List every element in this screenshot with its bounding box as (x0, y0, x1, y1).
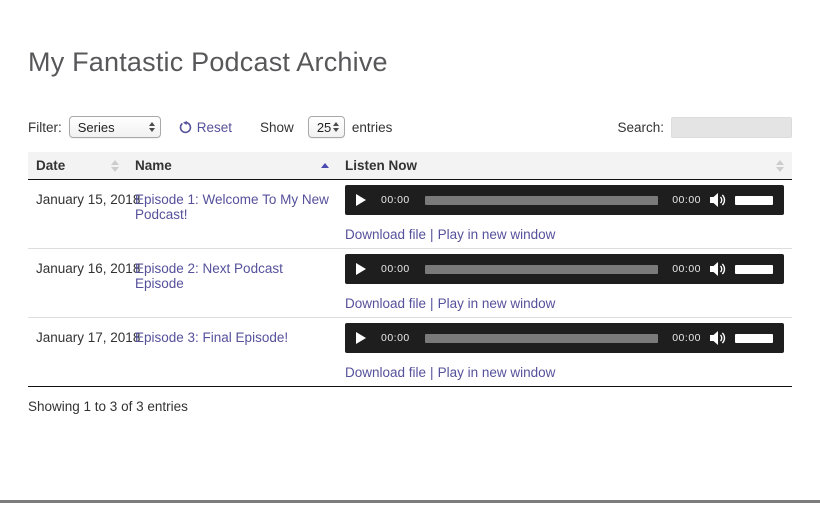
page-length-select[interactable]: 25 (307, 116, 345, 139)
episode-date: January 16, 2018 (36, 261, 141, 277)
table-header-row: Date Name Listen Now (28, 152, 792, 181)
link-divider: | (430, 296, 434, 312)
audio-player: 00:00 00:00 (345, 185, 784, 216)
progress-bar[interactable] (425, 195, 658, 205)
filter-select-value: Series (77, 119, 115, 135)
current-time: 00:00 (381, 194, 410, 207)
duration-time: 00:00 (672, 263, 701, 276)
sort-both-icon (776, 159, 784, 172)
episode-name-cell: Episode 2: Next Podcast Episode (127, 249, 337, 317)
file-links: Download file | Play in new window (345, 365, 784, 380)
column-header-name[interactable]: Name (127, 152, 337, 179)
file-links: Download file | Play in new window (345, 296, 784, 311)
reset-icon (179, 120, 192, 134)
current-time: 00:00 (381, 332, 410, 345)
sort-ascending-icon (321, 163, 329, 169)
duration-time: 00:00 (672, 332, 701, 345)
filter-select[interactable]: Series (68, 116, 161, 139)
episode-name-cell: Episode 3: Final Episode! (127, 318, 337, 386)
play-in-new-window-link[interactable]: Play in new window (438, 227, 556, 242)
show-label: Show (260, 119, 294, 135)
reset-label: Reset (196, 119, 233, 135)
episode-name-cell: Episode 1: Welcome To My New Podcast! (127, 180, 337, 248)
play-icon[interactable] (356, 332, 366, 345)
select-spinner-icon (148, 122, 155, 133)
listen-now-cell: 00:00 00:00 Download file | Play in new wi… (337, 180, 792, 248)
episode-title-link[interactable]: Episode 3: Final Episode! (135, 330, 288, 345)
download-file-link[interactable]: Download file (345, 227, 426, 242)
episode-title-link[interactable]: Episode 1: Welcome To My New Podcast! (135, 192, 329, 222)
column-header-date[interactable]: Date (28, 152, 127, 179)
filter-label: Filter: (28, 119, 62, 135)
progress-bar[interactable] (425, 333, 658, 343)
episode-date: January 17, 2018 (36, 330, 141, 346)
footer-divider-bar (0, 500, 820, 503)
table-row: January 17, 2018 Episode 3: Final Episod… (28, 318, 792, 388)
play-icon[interactable] (356, 194, 366, 207)
progress-bar[interactable] (425, 264, 658, 274)
audio-player: 00:00 00:00 (345, 323, 784, 354)
file-links: Download file | Play in new window (345, 227, 784, 242)
speaker-icon[interactable] (710, 192, 727, 208)
speaker-icon[interactable] (710, 330, 727, 346)
page-length-value: 25 (316, 119, 332, 135)
reset-button[interactable]: Reset (179, 120, 232, 135)
link-divider: | (430, 227, 434, 243)
column-header-label: Name (135, 158, 172, 174)
table-controls: Filter: Series Reset Show 25 entries Sea… (28, 115, 792, 139)
listen-now-cell: 00:00 00:00 Download file | Play in new wi… (337, 318, 792, 386)
play-in-new-window-link[interactable]: Play in new window (438, 296, 556, 311)
download-file-link[interactable]: Download file (345, 296, 426, 311)
column-header-label: Listen Now (345, 158, 418, 174)
select-spinner-icon (332, 122, 339, 133)
page-title: My Fantastic Podcast Archive (28, 47, 388, 77)
entries-summary: Showing 1 to 3 of 3 entries (28, 399, 188, 415)
table-row: January 16, 2018 Episode 2: Next Podcast… (28, 249, 792, 319)
search-input[interactable] (671, 116, 792, 138)
search-label: Search: (617, 119, 664, 135)
audio-player: 00:00 00:00 (345, 254, 784, 285)
column-header-label: Date (36, 158, 66, 174)
play-in-new-window-link[interactable]: Play in new window (438, 365, 556, 380)
duration-time: 00:00 (672, 194, 701, 207)
page-container: My Fantastic Podcast Archive Filter: Ser… (28, 46, 792, 414)
volume-slider[interactable] (735, 333, 773, 343)
episode-title-link[interactable]: Episode 2: Next Podcast Episode (135, 261, 283, 291)
download-file-link[interactable]: Download file (345, 365, 426, 380)
table-row: January 15, 2018 Episode 1: Welcome To M… (28, 180, 792, 250)
entries-label: entries (351, 119, 393, 135)
sort-both-icon (111, 159, 119, 172)
listen-now-cell: 00:00 00:00 Download file | Play in new wi… (337, 249, 792, 317)
episode-date: January 15, 2018 (36, 192, 141, 208)
play-icon[interactable] (356, 263, 366, 276)
current-time: 00:00 (381, 263, 410, 276)
link-divider: | (430, 365, 434, 381)
search-area: Search: (617, 116, 792, 138)
column-header-listen-now[interactable]: Listen Now (337, 152, 792, 179)
speaker-icon[interactable] (710, 261, 727, 277)
volume-slider[interactable] (735, 195, 773, 205)
volume-slider[interactable] (735, 264, 773, 274)
